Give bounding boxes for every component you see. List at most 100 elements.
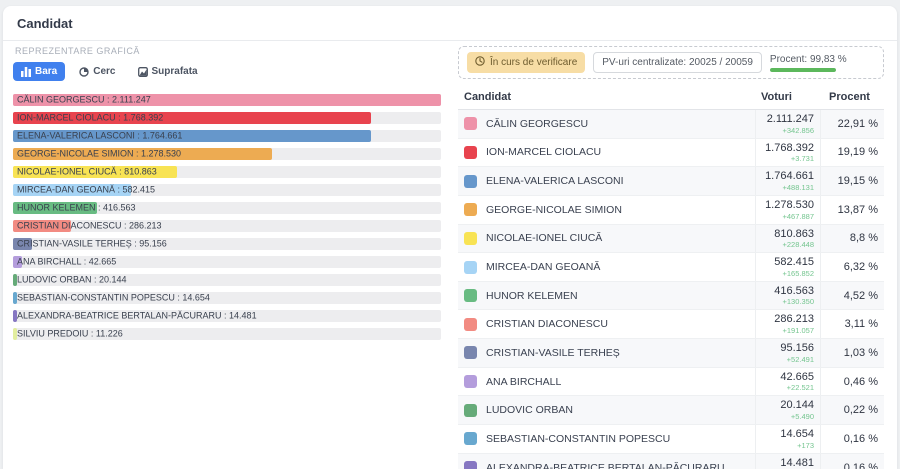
votes-delta: +488.131 [783, 183, 815, 192]
bar-label: NICOLAE-IONEL CIUCĂ : 810.863 [17, 168, 157, 177]
table-row: MIRCEA-DAN GEOANĂ 582.415 +165.852 6,32 … [458, 253, 884, 282]
candidate-bar-chart: CĂLIN GEORGESCU : 2.111.247 ION-MARCEL C… [13, 94, 441, 340]
candidate-color-swatch [464, 232, 477, 245]
bar-chart-icon [21, 67, 31, 77]
table-row: ALEXANDRA-BEATRICE BERTALAN-PĂCURARU 14.… [458, 454, 884, 469]
page-title: Candidat [3, 6, 897, 41]
table-row: LUDOVIC ORBAN 20.144 +5.490 0,22 % [458, 396, 884, 425]
percent-value: 22,91 % [821, 110, 884, 138]
view-button-bara[interactable]: Bara [13, 62, 65, 81]
area-chart-icon [138, 67, 148, 77]
votes-delta: +52.491 [787, 355, 814, 364]
bar-row: CRISTIAN DIACONESCU : 286.213 [13, 220, 441, 232]
percent-value: 1,03 % [821, 339, 884, 367]
candidate-color-swatch [464, 461, 477, 469]
bar-label: CĂLIN GEORGESCU : 2.111.247 [17, 96, 151, 105]
bar-row: GEORGE-NICOLAE SIMION : 1.278.530 [13, 148, 441, 160]
chart-view-toggle: Bara Cerc Suprafata [13, 62, 441, 81]
candidate-name: CRISTIAN DIACONESCU [486, 318, 608, 330]
bar-row: ALEXANDRA-BEATRICE BERTALAN-PĂCURARU : 1… [13, 310, 441, 322]
candidate-name: GEORGE-NICOLAE SIMION [486, 204, 622, 216]
candidate-color-swatch [464, 203, 477, 216]
bar-row: NICOLAE-IONEL CIUCĂ : 810.863 [13, 166, 441, 178]
bar-row: LUDOVIC ORBAN : 20.144 [13, 274, 441, 286]
candidate-color-swatch [464, 175, 477, 188]
percent-value: 0,46 % [821, 368, 884, 396]
percent-value: 6,32 % [821, 253, 884, 281]
candidate-name: SEBASTIAN-CONSTANTIN POPESCU [486, 433, 670, 445]
candidate-name: ION-MARCEL CIOLACU [486, 146, 601, 158]
percent-value: 19,15 % [821, 167, 884, 195]
table-row: CRISTIAN DIACONESCU 286.213 +191.057 3,1… [458, 310, 884, 339]
table-header-row: Candidat Voturi Procent [458, 86, 884, 110]
table-row: ION-MARCEL CIOLACU 1.768.392 +3.731 19,1… [458, 139, 884, 168]
bar-row: CĂLIN GEORGESCU : 2.111.247 [13, 94, 441, 106]
bar-label: ALEXANDRA-BEATRICE BERTALAN-PĂCURARU : 1… [17, 312, 257, 321]
votes-value: 810.863 [774, 228, 814, 241]
candidate-name: ALEXANDRA-BEATRICE BERTALAN-PĂCURARU [486, 462, 725, 469]
results-table: Candidat Voturi Procent CĂLIN GEORGESCU … [458, 86, 884, 469]
bar-row: SEBASTIAN-CONSTANTIN POPESCU : 14.654 [13, 292, 441, 304]
bar-row: ELENA-VALERICA LASCONI : 1.764.661 [13, 130, 441, 142]
votes-delta: +467.887 [783, 212, 815, 221]
header-votes: Voturi [755, 91, 821, 103]
percent-value: 3,11 % [821, 310, 884, 338]
candidate-color-swatch [464, 117, 477, 130]
bar-label: GEORGE-NICOLAE SIMION : 1.278.530 [17, 150, 181, 159]
candidate-name: MIRCEA-DAN GEOANĂ [486, 261, 600, 273]
percent-value: 8,8 % [821, 225, 884, 253]
candidate-color-swatch [464, 375, 477, 388]
bar-label: LUDOVIC ORBAN : 20.144 [17, 276, 127, 285]
votes-delta: +173 [797, 441, 814, 450]
votes-value: 20.144 [780, 399, 814, 412]
percent-progress-fill [770, 68, 836, 72]
candidate-color-swatch [464, 404, 477, 417]
bar-label: ANA BIRCHALL : 42.665 [17, 258, 116, 267]
votes-value: 416.563 [774, 285, 814, 298]
votes-value: 2.111.247 [767, 113, 814, 126]
candidate-name: NICOLAE-IONEL CIUCĂ [486, 232, 602, 244]
votes-value: 95.156 [780, 342, 814, 355]
votes-value: 582.415 [774, 256, 814, 269]
votes-delta: +130.350 [783, 297, 815, 306]
percent-value: 0,22 % [821, 396, 884, 424]
votes-value: 42.665 [780, 371, 814, 384]
bar-label: HUNOR KELEMEN : 416.563 [17, 204, 136, 213]
percent-value: 19,19 % [821, 139, 884, 167]
bar-row: CRISTIAN-VASILE TERHEȘ : 95.156 [13, 238, 441, 250]
verification-status-label: În curs de verificare [490, 57, 577, 68]
votes-delta: +191.057 [783, 326, 815, 335]
table-row: CĂLIN GEORGESCU 2.111.247 +342.856 22,91… [458, 110, 884, 139]
percent-value: 4,52 % [821, 282, 884, 310]
bar-row: ANA BIRCHALL : 42.665 [13, 256, 441, 268]
percent-progress-label: Procent: 99,83 % [770, 54, 847, 65]
candidate-name: CĂLIN GEORGESCU [486, 118, 588, 130]
view-button-label: Suprafata [152, 66, 198, 77]
table-row: NICOLAE-IONEL CIUCĂ 810.863 +228.448 8,8… [458, 225, 884, 254]
candidate-name: LUDOVIC ORBAN [486, 404, 573, 416]
votes-value: 1.768.392 [765, 142, 814, 155]
view-button-suprafata[interactable]: Suprafata [130, 62, 206, 81]
verification-status-badge: În curs de verificare [467, 52, 585, 73]
centralization-status-box: În curs de verificare PV-uri centralizat… [458, 46, 884, 79]
percent-progress-track [770, 68, 836, 72]
candidate-name: HUNOR KELEMEN [486, 290, 578, 302]
votes-value: 14.654 [780, 428, 814, 441]
table-row: CRISTIAN-VASILE TERHEȘ 95.156 +52.491 1,… [458, 339, 884, 368]
chart-section: REPREZENTARE GRAFICĂ Bara Cerc Suprafata [13, 46, 441, 346]
bar-label: SEBASTIAN-CONSTANTIN POPESCU : 14.654 [17, 294, 210, 303]
results-section: În curs de verificare PV-uri centralizat… [458, 46, 884, 469]
bar-label: CRISTIAN-VASILE TERHEȘ : 95.156 [17, 240, 167, 249]
candidate-color-swatch [464, 318, 477, 331]
view-button-cerc[interactable]: Cerc [71, 62, 123, 81]
candidate-results-card: Candidat REPREZENTARE GRAFICĂ Bara Cerc [3, 6, 897, 469]
table-row: GEORGE-NICOLAE SIMION 1.278.530 +467.887… [458, 196, 884, 225]
view-button-label: Bara [35, 66, 57, 77]
votes-delta: +22.521 [787, 383, 814, 392]
candidate-name: ELENA-VALERICA LASCONI [486, 175, 624, 187]
percent-value: 0,16 % [821, 425, 884, 453]
table-body: CĂLIN GEORGESCU 2.111.247 +342.856 22,91… [458, 110, 884, 469]
bar-row: ION-MARCEL CIOLACU : 1.768.392 [13, 112, 441, 124]
table-row: SEBASTIAN-CONSTANTIN POPESCU 14.654 +173… [458, 425, 884, 454]
percent-value: 0,16 % [821, 454, 884, 469]
